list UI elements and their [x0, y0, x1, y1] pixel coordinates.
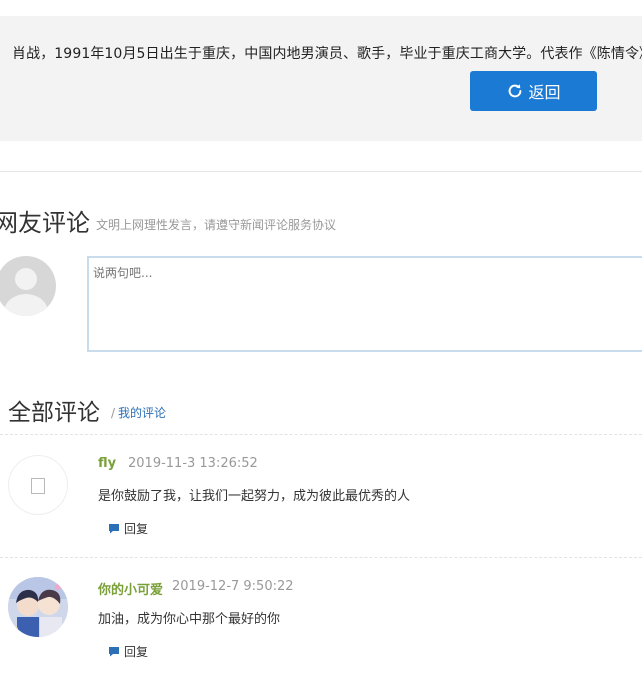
- comment-input[interactable]: [87, 256, 642, 352]
- reply-button[interactable]: 回复: [108, 643, 148, 660]
- refresh-icon: [509, 84, 522, 98]
- comment-time: 2019-11-3 13:26:52: [128, 456, 258, 471]
- intro-text: 肖战，1991年10月5日出生于重庆，中国内地男演员、歌手，毕业于重庆工商大学。…: [12, 46, 642, 62]
- reply-label: 回复: [124, 522, 149, 536]
- current-user-avatar: [0, 256, 56, 316]
- comment-bubble-icon: [109, 647, 119, 657]
- separator: [0, 557, 642, 558]
- comment-text: 加油，成为你心中那个最好的你: [98, 612, 281, 627]
- comment-username[interactable]: fly: [98, 456, 116, 471]
- comment-username[interactable]: 你的小可爱: [98, 579, 163, 598]
- divider: [0, 171, 642, 172]
- comment-section-title: 网友评论: [0, 209, 90, 237]
- intro-panel: 肖战，1991年10月5日出生于重庆，中国内地男演员、歌手，毕业于重庆工商大学。…: [0, 16, 642, 141]
- all-comments-title: 全部评论: [8, 400, 100, 426]
- broken-image-icon: [31, 478, 45, 494]
- default-avatar-icon: [4, 268, 48, 316]
- reply-label: 回复: [124, 645, 149, 659]
- reply-button[interactable]: 回复: [108, 520, 148, 537]
- comment-time: 2019-12-7 9:50:22: [172, 579, 294, 594]
- anime-avatar-image: [8, 577, 68, 637]
- commenter-avatar: [8, 455, 68, 515]
- commenter-avatar: [8, 577, 68, 637]
- separator: [0, 434, 642, 435]
- my-comments-link[interactable]: / 我的评论: [111, 404, 166, 421]
- my-comments-label: 我的评论: [118, 406, 167, 420]
- comment-rules-note: 文明上网理性发言，请遵守新闻评论服务协议: [96, 218, 337, 232]
- comment-text: 是你鼓励了我，让我们一起努力，成为彼此最优秀的人: [98, 489, 411, 504]
- back-button-label: 返回: [528, 83, 561, 102]
- comment-bubble-icon: [109, 524, 119, 534]
- back-button[interactable]: 返回: [470, 71, 597, 111]
